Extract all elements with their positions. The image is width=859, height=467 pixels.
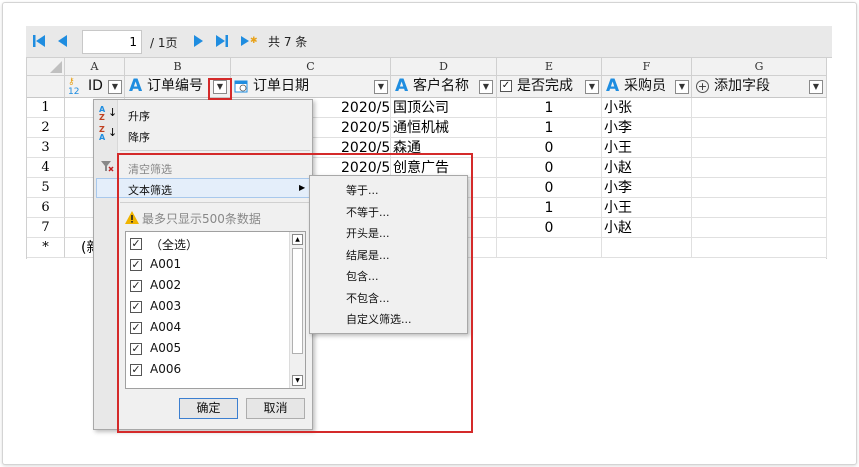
- field-header-label: 订单日期: [253, 78, 309, 94]
- table-cell[interactable]: 1: [497, 118, 602, 138]
- field-header-label: 是否完成: [517, 78, 573, 94]
- table-cell[interactable]: 1: [497, 198, 602, 218]
- field-header-buyer[interactable]: A 采购员 ▼: [602, 76, 692, 98]
- done-filter-dropdown[interactable]: ▼: [585, 80, 599, 94]
- next-page-icon[interactable]: [189, 33, 207, 51]
- column-letter-g[interactable]: G: [692, 58, 827, 76]
- table-cell[interactable]: 国顶公司: [391, 98, 497, 118]
- table-cell[interactable]: [602, 238, 692, 258]
- field-header-add-field[interactable]: + 添加字段 ▼: [692, 76, 827, 98]
- field-header-label: 采购员: [624, 78, 666, 94]
- table-cell[interactable]: 小张: [602, 98, 692, 118]
- table-cell[interactable]: 小李: [602, 178, 692, 198]
- sort-ascending-item[interactable]: 升序: [128, 108, 150, 124]
- date-type-icon: [234, 79, 248, 97]
- sort-ascending-icon: AZ: [99, 105, 106, 122]
- table-cell[interactable]: 0: [497, 178, 602, 198]
- row-number[interactable]: 3: [27, 138, 65, 158]
- pager-toolbar: 1 / 1页 ✱ 共 7 条: [26, 26, 832, 58]
- table-cell[interactable]: 0: [497, 158, 602, 178]
- table-cell[interactable]: [692, 158, 827, 178]
- order-date-filter-dropdown[interactable]: ▼: [374, 80, 388, 94]
- svg-text:✱: ✱: [250, 36, 258, 46]
- table-cell[interactable]: [497, 238, 602, 258]
- customer-filter-dropdown[interactable]: ▼: [479, 80, 493, 94]
- corner-cell[interactable]: [27, 58, 65, 76]
- highlight-dropdown-box: [208, 78, 232, 100]
- text-type-icon: A: [129, 76, 143, 96]
- table-cell[interactable]: 小王: [602, 198, 692, 218]
- column-letter-a[interactable]: A: [65, 58, 125, 76]
- field-header-order-date[interactable]: 订单日期 ▼: [231, 76, 391, 98]
- new-row-marker[interactable]: *: [27, 238, 65, 258]
- field-header-label: 客户名称: [413, 78, 469, 94]
- table-cell[interactable]: 通恒机械: [391, 118, 497, 138]
- row-number[interactable]: 4: [27, 158, 65, 178]
- field-header-corner: [27, 76, 65, 98]
- first-page-icon[interactable]: [30, 33, 48, 51]
- last-page-icon[interactable]: [213, 33, 231, 51]
- field-header-id[interactable]: ⚷ 12 ID ▼: [65, 76, 125, 98]
- table-cell[interactable]: [692, 178, 827, 198]
- row-number[interactable]: 7: [27, 218, 65, 238]
- text-type-icon: A: [395, 76, 409, 96]
- table-cell[interactable]: 小王: [602, 138, 692, 158]
- table-cell[interactable]: 0: [497, 218, 602, 238]
- table-cell[interactable]: 小赵: [602, 218, 692, 238]
- add-field-dropdown[interactable]: ▼: [809, 80, 823, 94]
- table-cell[interactable]: 小李: [602, 118, 692, 138]
- sort-arrow-icon: ↓: [108, 106, 118, 119]
- total-count: 共 7 条: [268, 35, 308, 49]
- column-letter-f[interactable]: F: [602, 58, 692, 76]
- key-number-icon: ⚷ 12: [68, 77, 80, 97]
- new-record-icon[interactable]: ✱: [239, 33, 258, 51]
- plus-circle-icon: +: [696, 80, 709, 93]
- clear-filter-icon: [100, 158, 114, 177]
- highlight-menu-box: [117, 153, 473, 433]
- table-cell[interactable]: [692, 138, 827, 158]
- column-letter-e[interactable]: E: [497, 58, 602, 76]
- table-cell[interactable]: 小赵: [602, 158, 692, 178]
- table-cell[interactable]: [692, 238, 827, 258]
- id-filter-dropdown[interactable]: ▼: [108, 80, 122, 94]
- row-number[interactable]: 6: [27, 198, 65, 218]
- table-cell[interactable]: [692, 98, 827, 118]
- field-header-label: 订单编号: [147, 78, 203, 94]
- field-header-customer[interactable]: A 客户名称 ▼: [391, 76, 497, 98]
- table-cell[interactable]: [692, 218, 827, 238]
- column-letter-d[interactable]: D: [391, 58, 497, 76]
- sort-arrow-icon: ↓: [108, 126, 118, 139]
- checkbox-type-icon: ✓: [500, 80, 512, 92]
- table-cell[interactable]: [692, 198, 827, 218]
- text-type-icon: A: [606, 76, 620, 96]
- row-number[interactable]: 1: [27, 98, 65, 118]
- sort-descending-icon: ZA: [99, 125, 106, 142]
- field-header-label: ID: [88, 78, 103, 94]
- field-header-label: 添加字段: [714, 78, 770, 94]
- buyer-filter-dropdown[interactable]: ▼: [675, 80, 689, 94]
- row-number[interactable]: 5: [27, 178, 65, 198]
- prev-page-icon[interactable]: [54, 33, 72, 51]
- page-total: / 1页: [150, 36, 178, 50]
- page-number-input[interactable]: 1: [82, 30, 142, 54]
- column-letter-b[interactable]: B: [125, 58, 231, 76]
- sort-descending-item[interactable]: 降序: [128, 129, 150, 145]
- table-cell[interactable]: 0: [497, 138, 602, 158]
- field-header-done[interactable]: ✓ 是否完成 ▼: [497, 76, 602, 98]
- table-cell[interactable]: [692, 118, 827, 138]
- column-letter-c[interactable]: C: [231, 58, 391, 76]
- row-number[interactable]: 2: [27, 118, 65, 138]
- table-cell[interactable]: 1: [497, 98, 602, 118]
